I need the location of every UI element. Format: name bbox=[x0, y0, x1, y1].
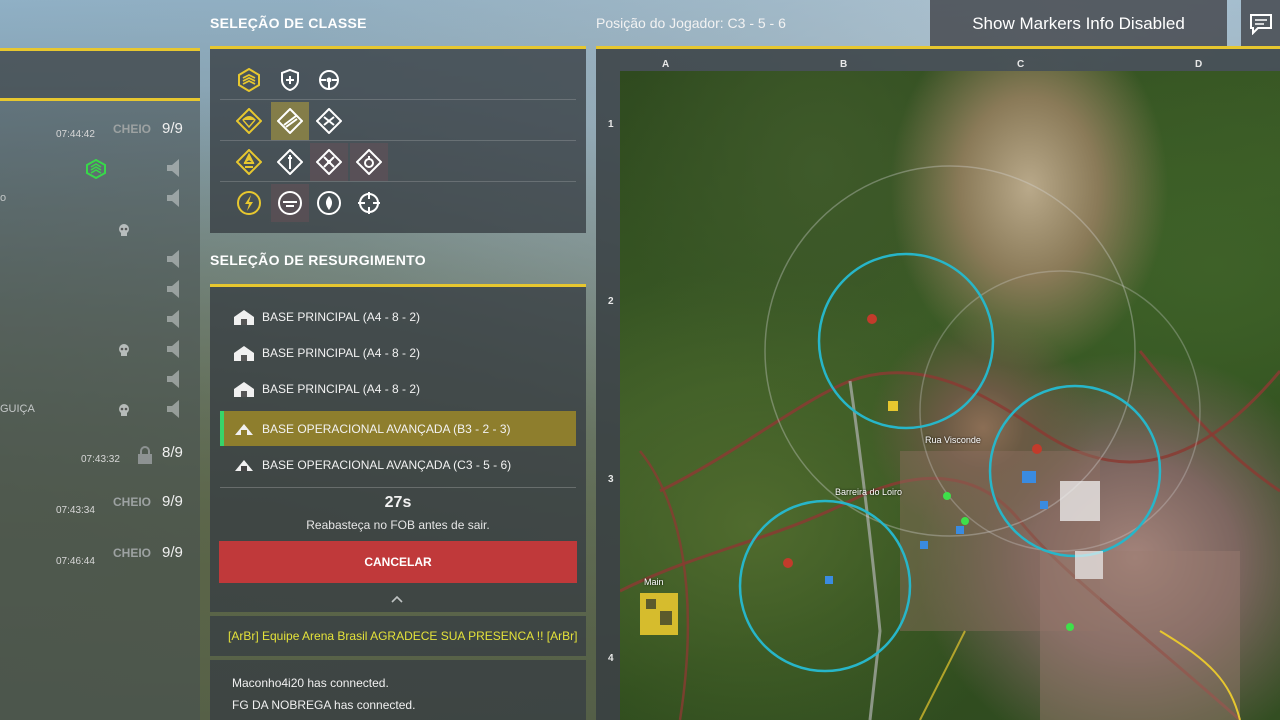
class-row bbox=[220, 101, 576, 141]
player-name-fragment: o bbox=[0, 192, 7, 204]
main-base-icon bbox=[234, 345, 254, 361]
spawn-option-label: BASE OPERACIONAL AVANÇADA (B3 - 2 - 3) bbox=[262, 421, 511, 436]
main-base-icon bbox=[234, 381, 254, 397]
player-position: Posição do Jogador: C3 - 5 - 6 bbox=[596, 15, 786, 31]
squad-row[interactable]: 07:46:44 CHEIO 9/9 bbox=[0, 543, 200, 571]
respawn-timer: 27s bbox=[384, 494, 412, 511]
spawn-option-label: BASE PRINCIPAL (A4 - 8 - 2) bbox=[262, 381, 421, 396]
squad-status: CHEIO bbox=[113, 546, 152, 560]
commander-class-icon[interactable] bbox=[230, 143, 268, 181]
squad-list-panel: 07:44:42 CHEIO 9/9 o GUIÇA 07:43:32 8/9 … bbox=[0, 48, 200, 720]
anti-tank-class-icon[interactable] bbox=[310, 184, 348, 222]
speaker-icon bbox=[167, 370, 179, 388]
class-row bbox=[220, 183, 576, 223]
markers-info-toggle[interactable]: Show Markers Info Disabled bbox=[930, 0, 1227, 47]
chat-log: Maconho4i20 has connected. FG DA NOBREGA… bbox=[210, 660, 586, 720]
squad-row[interactable]: 07:43:32 8/9 bbox=[0, 441, 200, 469]
grid-row-label: 1 bbox=[608, 119, 614, 130]
grenadier-class-icon[interactable] bbox=[350, 143, 388, 181]
squad-created-time: 07:44:42 bbox=[56, 129, 95, 140]
fob-icon bbox=[235, 459, 253, 471]
map-location-label: Rua Visconde bbox=[925, 435, 981, 445]
spawn-option-label: BASE PRINCIPAL (A4 - 8 - 2) bbox=[262, 309, 421, 324]
spawn-option[interactable]: BASE PRINCIPAL (A4 - 8 - 2) bbox=[220, 299, 576, 334]
class-selection-panel bbox=[210, 46, 586, 233]
squad-count: 9/9 bbox=[162, 493, 183, 510]
grid-column-label: D bbox=[1195, 59, 1203, 70]
speaker-icon bbox=[167, 280, 179, 298]
squad-created-time: 07:43:32 bbox=[81, 454, 120, 465]
grid-column-label: C bbox=[1017, 59, 1025, 70]
squad-created-time: 07:43:34 bbox=[56, 505, 95, 516]
engineer-class-icon[interactable] bbox=[310, 102, 348, 140]
squad-count: 9/9 bbox=[162, 120, 183, 137]
speaker-icon bbox=[167, 310, 179, 328]
refill-hint: Reabasteça no FOB antes de sair. bbox=[306, 518, 490, 532]
speaker-icon bbox=[167, 400, 179, 418]
crewman-steering-wheel-icon[interactable] bbox=[310, 61, 348, 99]
chevron-up-icon[interactable] bbox=[390, 594, 404, 604]
class-row bbox=[220, 142, 576, 182]
speaker-icon bbox=[167, 159, 179, 177]
lightning-class-icon[interactable] bbox=[230, 184, 268, 222]
spawn-option[interactable]: BASE PRINCIPAL (A4 - 8 - 2) bbox=[220, 371, 576, 406]
squad-list-header bbox=[0, 51, 200, 101]
squad-row[interactable]: 07:44:42 CHEIO 9/9 bbox=[0, 117, 200, 145]
map-location-label: Main bbox=[644, 577, 664, 587]
rifleman-class-icon[interactable] bbox=[271, 102, 309, 140]
speaker-icon bbox=[167, 189, 179, 207]
player-name-fragment: GUIÇA bbox=[0, 403, 35, 415]
main-base-icon bbox=[234, 309, 254, 325]
skull-icon bbox=[119, 404, 129, 416]
squad-row[interactable]: 07:43:34 CHEIO 9/9 bbox=[0, 492, 200, 520]
respawn-panel: BASE PRINCIPAL (A4 - 8 - 2) BASE PRINCIP… bbox=[210, 284, 586, 612]
cancel-button[interactable]: CANCELAR bbox=[219, 541, 577, 583]
chat-line: FG DA NOBREGA has connected. bbox=[232, 698, 416, 712]
spawn-option-label: BASE PRINCIPAL (A4 - 8 - 2) bbox=[262, 345, 421, 360]
grid-row-label: 2 bbox=[608, 296, 614, 307]
chat-icon bbox=[1249, 13, 1272, 35]
squad-count: 8/9 bbox=[162, 444, 183, 461]
respawn-selection-title: SELEÇÃO DE RESURGIMENTO bbox=[210, 252, 426, 268]
chat-button[interactable] bbox=[1241, 0, 1280, 47]
grid-row-label: 4 bbox=[608, 653, 614, 664]
pilot-parachute-icon[interactable] bbox=[230, 102, 268, 140]
grid-row-label: 3 bbox=[608, 474, 614, 485]
speaker-icon bbox=[167, 340, 179, 358]
spawn-option-label: BASE OPERACIONAL AVANÇADA (C3 - 5 - 6) bbox=[262, 457, 512, 472]
server-message-banner: [ArBr] Equipe Arena Brasil AGRADECE SUA … bbox=[210, 616, 586, 656]
marksman-class-icon[interactable] bbox=[271, 143, 309, 181]
grid-column-label: A bbox=[662, 59, 670, 70]
grid-column-label: B bbox=[840, 59, 848, 70]
shield-medic-class-icon[interactable] bbox=[271, 61, 309, 99]
crosshair-class-icon[interactable] bbox=[350, 184, 388, 222]
class-row bbox=[220, 60, 576, 100]
spawn-option-selected[interactable]: BASE OPERACIONAL AVANÇADA (B3 - 2 - 3) bbox=[220, 411, 576, 446]
squad-leader-class-icon[interactable] bbox=[230, 61, 268, 99]
skull-icon bbox=[119, 344, 129, 356]
spawn-option[interactable]: BASE PRINCIPAL (A4 - 8 - 2) bbox=[220, 335, 576, 370]
class-selection-title: SELEÇÃO DE CLASSE bbox=[210, 15, 367, 31]
lock-icon bbox=[138, 446, 152, 464]
map-location-label: Barreira do Loiro bbox=[835, 487, 903, 497]
chat-line: Maconho4i20 has connected. bbox=[232, 676, 389, 690]
squad-status: CHEIO bbox=[113, 122, 152, 136]
sapper-class-icon[interactable] bbox=[310, 143, 348, 181]
squad-created-time: 07:46:44 bbox=[56, 556, 95, 567]
spawn-option[interactable]: BASE OPERACIONAL AVANÇADA (C3 - 5 - 6) bbox=[220, 447, 576, 482]
map-overlay bbox=[620, 165, 1280, 720]
skull-icon bbox=[119, 224, 129, 236]
machine-gunner-class-icon[interactable] bbox=[271, 184, 309, 222]
divider bbox=[220, 487, 576, 488]
tactical-map[interactable]: Rua Visconde Barreira do Loiro Main bbox=[620, 71, 1280, 720]
fob-icon bbox=[235, 423, 253, 435]
speaker-icon bbox=[167, 250, 179, 268]
squad-status: CHEIO bbox=[113, 495, 152, 509]
squad-leader-rank-icon bbox=[86, 159, 106, 179]
squad-count: 9/9 bbox=[162, 544, 183, 561]
